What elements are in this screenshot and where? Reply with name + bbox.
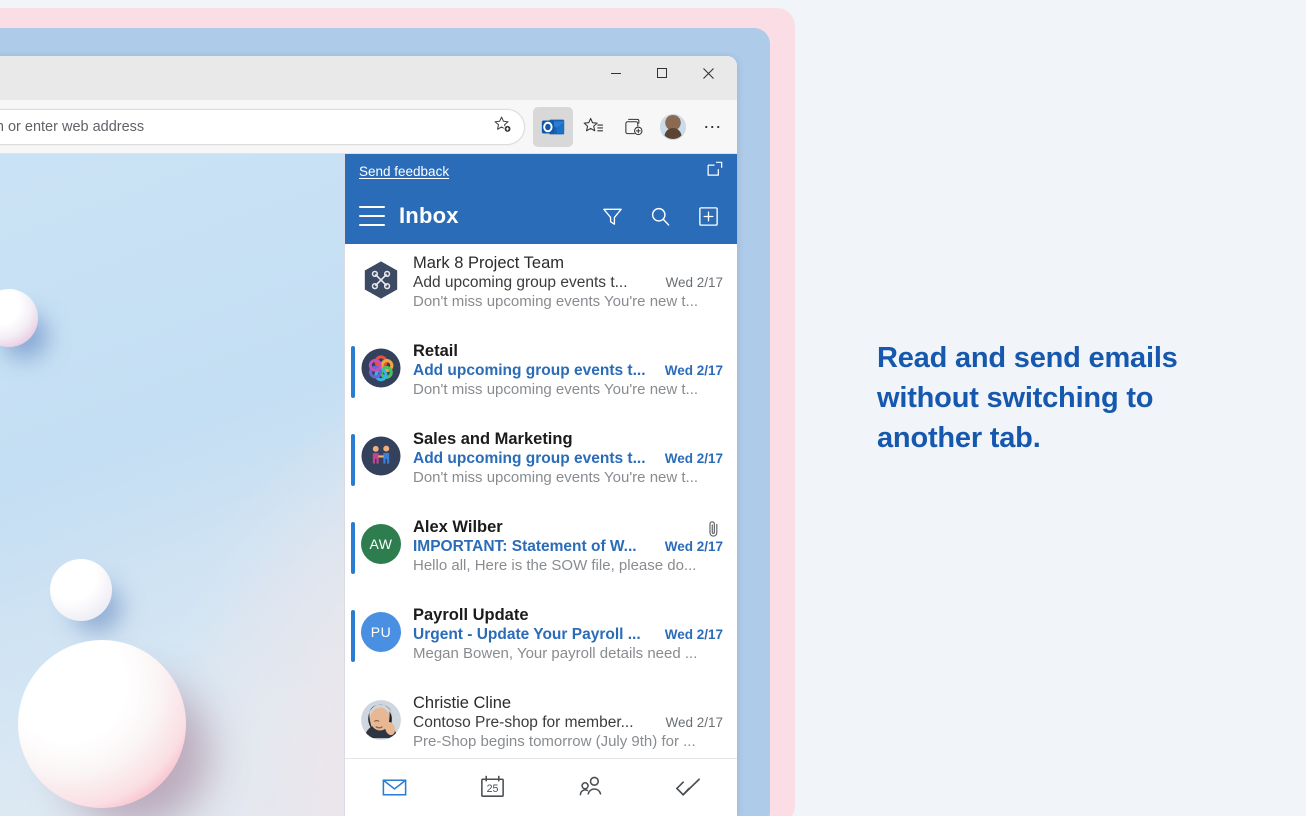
message-list-item[interactable]: PU Payroll Update Urgent - Update Your P… bbox=[345, 596, 737, 684]
panel-feedback-bar: Send feedback bbox=[345, 154, 737, 188]
minimize-icon bbox=[611, 73, 621, 74]
send-feedback-link[interactable]: Send feedback bbox=[359, 164, 449, 179]
message-subject: Contoso Pre-shop for member... bbox=[413, 714, 634, 731]
message-sender: Christie Cline bbox=[413, 694, 512, 712]
message-preview: Pre-Shop begins tomorrow (July 9th) for … bbox=[413, 733, 696, 750]
payroll-update-avatar: PU bbox=[361, 612, 401, 652]
mark8-group-icon bbox=[364, 261, 398, 299]
address-bar-placeholder: Search or enter web address bbox=[0, 118, 145, 135]
message-sender: Payroll Update bbox=[413, 606, 529, 624]
maximize-button[interactable] bbox=[639, 56, 685, 90]
christie-cline-avatar bbox=[361, 700, 401, 740]
retail-group-icon bbox=[361, 348, 401, 388]
sales-marketing-group-icon bbox=[361, 436, 401, 476]
message-list-item[interactable]: Sales and Marketing Add upcoming group e… bbox=[345, 420, 737, 508]
message-sender: Mark 8 Project Team bbox=[413, 254, 564, 272]
panel-title: Inbox bbox=[399, 203, 459, 228]
promo-block: Read and send emails without switching t… bbox=[877, 338, 1237, 458]
message-sender: Retail bbox=[413, 342, 458, 360]
minimize-button[interactable] bbox=[593, 56, 639, 90]
unread-indicator bbox=[351, 610, 355, 662]
message-date: Wed 2/17 bbox=[665, 275, 723, 290]
filter-icon[interactable] bbox=[595, 199, 629, 233]
message-sender: Sales and Marketing bbox=[413, 430, 573, 448]
hamburger-menu-icon[interactable] bbox=[359, 206, 385, 226]
message-subject: Add upcoming group events t... bbox=[413, 362, 646, 379]
message-date: Wed 2/17 bbox=[664, 451, 723, 466]
message-preview: Hello all, Here is the SOW file, please … bbox=[413, 557, 697, 574]
browser-toolbar: Search or enter web address bbox=[0, 100, 737, 154]
message-preview: Megan Bowen, Your payroll details need .… bbox=[413, 645, 698, 662]
promo-headline: Read and send emails without switching t… bbox=[877, 342, 1178, 455]
message-sender: Alex Wilber bbox=[413, 518, 503, 536]
message-list-item[interactable]: Mark 8 Project Team Add upcoming group e… bbox=[345, 244, 737, 332]
decorative-sphere bbox=[0, 289, 38, 347]
browser-titlebar bbox=[0, 56, 737, 100]
maximize-icon bbox=[657, 68, 667, 78]
message-subject: Add upcoming group events t... bbox=[413, 450, 646, 467]
message-date: Wed 2/17 bbox=[664, 363, 723, 378]
retail-group-icon bbox=[361, 348, 401, 388]
unread-indicator bbox=[351, 346, 355, 398]
pop-out-icon[interactable] bbox=[707, 161, 723, 182]
search-icon[interactable] bbox=[643, 199, 677, 233]
settings-and-more-icon[interactable]: ⋯ bbox=[693, 107, 733, 147]
decorative-sphere bbox=[18, 640, 186, 808]
add-favorite-star-icon[interactable] bbox=[493, 115, 512, 139]
outlook-app-icon[interactable] bbox=[533, 106, 573, 147]
message-date: Wed 2/17 bbox=[665, 715, 723, 730]
alex-wilber-avatar: AW bbox=[369, 536, 393, 552]
outlook-side-panel: Send feedback Inbox Mark 8 Project Team … bbox=[344, 154, 737, 816]
favorites-icon[interactable] bbox=[573, 107, 613, 147]
close-icon bbox=[702, 67, 714, 79]
alex-wilber-avatar: AW bbox=[361, 524, 401, 564]
christie-cline-avatar bbox=[361, 700, 401, 740]
mark8-group-icon bbox=[361, 260, 401, 300]
close-button[interactable] bbox=[685, 56, 731, 90]
message-subject: IMPORTANT: Statement of W... bbox=[413, 538, 637, 555]
message-preview: Don't miss upcoming events You're new t.… bbox=[413, 381, 699, 398]
tasks-nav-icon[interactable] bbox=[639, 759, 737, 816]
calendar-nav-icon[interactable]: 25 bbox=[443, 759, 541, 816]
unread-indicator bbox=[351, 434, 355, 486]
address-bar[interactable]: Search or enter web address bbox=[0, 108, 525, 145]
calendar-day-number: 25 bbox=[486, 783, 498, 795]
people-nav-icon[interactable] bbox=[541, 759, 639, 816]
mail-nav-icon[interactable] bbox=[345, 759, 443, 816]
new-mail-icon[interactable] bbox=[691, 199, 725, 233]
page-viewport: Send feedback Inbox Mark 8 Project Team … bbox=[0, 154, 737, 816]
message-date: Wed 2/17 bbox=[664, 627, 723, 642]
collections-icon[interactable] bbox=[613, 107, 653, 147]
panel-header: Inbox bbox=[345, 188, 737, 244]
avatar bbox=[660, 113, 686, 140]
decorative-sphere bbox=[50, 559, 112, 621]
message-list-item[interactable]: Christie Cline Contoso Pre-shop for memb… bbox=[345, 684, 737, 758]
message-list-item[interactable]: Retail Add upcoming group events t... We… bbox=[345, 332, 737, 420]
browser-window: Search or enter web address bbox=[0, 56, 737, 816]
message-preview: Don't miss upcoming events You're new t.… bbox=[413, 293, 699, 310]
sales-marketing-group-icon bbox=[361, 436, 401, 476]
message-subject: Add upcoming group events t... bbox=[413, 274, 628, 291]
attachment-icon bbox=[706, 520, 721, 543]
unread-indicator bbox=[351, 522, 355, 574]
message-preview: Don't miss upcoming events You're new t.… bbox=[413, 469, 699, 486]
payroll-update-avatar: PU bbox=[370, 624, 392, 640]
message-list[interactable]: Mark 8 Project Team Add upcoming group e… bbox=[345, 244, 737, 758]
profile-avatar-icon[interactable] bbox=[653, 107, 693, 147]
message-list-item[interactable]: AW Alex Wilber IMPORTANT: Statement of W… bbox=[345, 508, 737, 596]
message-subject: Urgent - Update Your Payroll ... bbox=[413, 626, 641, 643]
panel-bottom-nav: 25 bbox=[345, 758, 737, 816]
